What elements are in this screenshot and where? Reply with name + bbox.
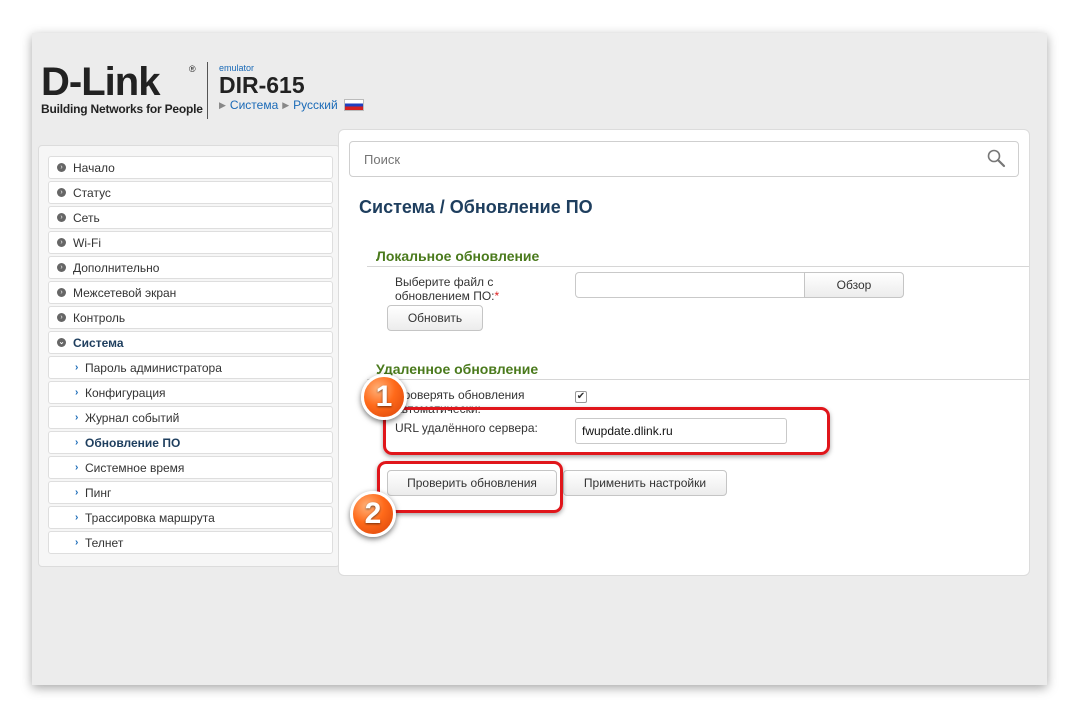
sidebar-item-label: Начало [73, 160, 115, 175]
sidebar-item-system[interactable]: ⌄ Система [48, 331, 333, 354]
chevron-right-icon: › [75, 387, 79, 398]
section-divider [367, 379, 1029, 380]
breadcrumb-arrow-icon: ▶ [219, 99, 226, 110]
auto-check-label-line1: Проверять обновления [395, 388, 525, 402]
file-path-field[interactable] [575, 272, 805, 298]
file-select-label-line2: обновлением ПО:* [395, 289, 499, 303]
chevron-right-icon: › [57, 288, 66, 297]
sidebar-item-network[interactable]: › Сеть [48, 206, 333, 229]
file-select-label-line1: Выберите файл с [395, 275, 494, 289]
remote-update-heading: Удаленное обновление [376, 361, 539, 377]
section-divider [367, 266, 1029, 267]
apply-settings-button[interactable]: Применить настройки [563, 470, 727, 496]
sidebar-item-label: Пинг [85, 485, 112, 500]
chevron-right-icon: › [57, 163, 66, 172]
local-update-heading: Локальное обновление [376, 248, 540, 264]
update-button[interactable]: Обновить [387, 305, 483, 331]
auto-check-checkbox[interactable]: ✔ [575, 391, 587, 403]
step-1-badge: 1 [361, 374, 407, 420]
model-name: DIR-615 [219, 72, 305, 98]
sidebar-item-advanced[interactable]: › Дополнительно [48, 256, 333, 279]
file-select-label-text: обновлением ПО: [395, 289, 495, 303]
sidebar-subitem-admin-password[interactable]: › Пароль администратора [48, 356, 333, 379]
chevron-down-icon: ⌄ [57, 338, 66, 347]
step-2-badge: 2 [350, 491, 396, 537]
sidebar-subitem-traceroute[interactable]: › Трассировка маршрута [48, 506, 333, 529]
chevron-right-icon: › [75, 537, 79, 548]
dlink-logo[interactable]: D-Link ® Building Networks for People [41, 60, 203, 116]
sidebar-item-label: Трассировка маршрута [85, 510, 215, 525]
sidebar-item-label: Журнал событий [85, 410, 180, 425]
chevron-right-icon: › [75, 512, 79, 523]
required-mark: * [494, 289, 500, 303]
sidebar-item-control[interactable]: › Контроль [48, 306, 333, 329]
sidebar-subitem-telnet[interactable]: › Телнет [48, 531, 333, 554]
chevron-right-icon: › [75, 437, 79, 448]
search-icon[interactable] [986, 148, 1006, 168]
language-selector[interactable]: Русский [293, 98, 338, 112]
sidebar-subitem-system-time[interactable]: › Системное время [48, 456, 333, 479]
sidebar-item-label: Конфигурация [85, 385, 166, 400]
chevron-right-icon: › [57, 263, 66, 272]
breadcrumb-arrow-icon: ▶ [282, 99, 290, 110]
file-select-label: Выберите файл с обновлением ПО:* [395, 275, 499, 303]
browse-button[interactable]: Обзор [804, 272, 904, 298]
sidebar-item-status[interactable]: › Статус [48, 181, 333, 204]
sidebar-item-wifi[interactable]: › Wi-Fi [48, 231, 333, 254]
sidebar-item-label: Системное время [85, 460, 185, 475]
chevron-right-icon: › [57, 188, 66, 197]
chevron-right-icon: › [57, 213, 66, 222]
sidebar-item-label: Обновление ПО [85, 435, 181, 450]
logo-wordmark: D-Link [41, 60, 160, 104]
sidebar-item-label: Межсетевой экран [73, 285, 177, 300]
chevron-right-icon: › [57, 238, 66, 247]
chevron-right-icon: › [75, 362, 79, 373]
sidebar-item-firewall[interactable]: › Межсетевой экран [48, 281, 333, 304]
sidebar-item-home[interactable]: › Начало [48, 156, 333, 179]
breadcrumb-system[interactable]: Система [230, 98, 278, 112]
sidebar-item-label: Wi-Fi [73, 235, 101, 250]
highlight-url-box [383, 407, 830, 455]
page-title: Система / Обновление ПО [359, 197, 593, 217]
sidebar-subitem-firmware-update[interactable]: › Обновление ПО [48, 431, 333, 454]
sidebar-item-label: Контроль [73, 310, 126, 325]
russian-flag-icon[interactable] [343, 99, 364, 111]
highlight-check-box [377, 461, 563, 513]
sidebar-item-label: Сеть [73, 210, 100, 225]
search-input[interactable] [350, 142, 950, 176]
breadcrumb: ▶ Система ▶ Русский [219, 98, 364, 112]
chevron-right-icon: › [75, 462, 79, 473]
registered-mark: ® [189, 64, 196, 74]
sidebar-subitem-configuration[interactable]: › Конфигурация [48, 381, 333, 404]
sidebar-item-label: Система [73, 335, 124, 350]
search-box [349, 141, 1019, 177]
logo-tagline: Building Networks for People [41, 102, 203, 116]
sidebar-subitem-ping[interactable]: › Пинг [48, 481, 333, 504]
sidebar-item-label: Пароль администратора [85, 360, 222, 375]
header-divider [207, 62, 208, 119]
sidebar-item-label: Статус [73, 185, 111, 200]
chevron-right-icon: › [75, 487, 79, 498]
sidebar-item-label: Телнет [85, 535, 124, 550]
chevron-right-icon: › [75, 412, 79, 423]
sidebar-item-label: Дополнительно [73, 260, 160, 275]
sidebar-subitem-event-log[interactable]: › Журнал событий [48, 406, 333, 429]
device-header: emulator DIR-615 ▶ Система ▶ Русский [219, 63, 364, 112]
chevron-right-icon: › [57, 313, 66, 322]
